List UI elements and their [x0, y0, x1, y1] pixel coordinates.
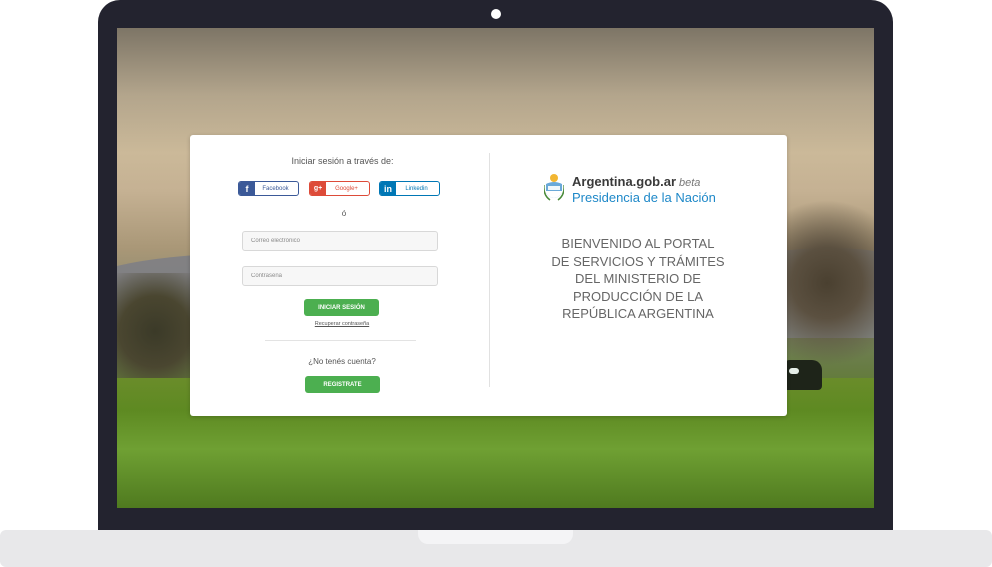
signin-heading: Iniciar sesión a través de: — [291, 156, 394, 166]
login-card: Iniciar sesión a través de: f Facebook g… — [190, 135, 787, 416]
register-button[interactable]: REGISTRATE — [305, 376, 380, 393]
background-tractor-light — [789, 368, 799, 374]
laptop-base-notch — [418, 530, 573, 544]
google-login-button[interactable]: g+ Google+ — [309, 181, 370, 196]
facebook-label: Facebook — [262, 185, 289, 192]
facebook-login-button[interactable]: f Facebook — [238, 181, 299, 196]
or-separator: ó — [341, 209, 347, 218]
horizontal-divider — [265, 340, 416, 341]
email-field[interactable] — [242, 231, 438, 251]
welcome-line: REPÚBLICA ARGENTINA — [562, 306, 714, 321]
camera-icon — [491, 9, 501, 19]
background-tractor — [782, 360, 822, 390]
no-account-text: ¿No tenés cuenta? — [308, 357, 376, 366]
password-field[interactable] — [242, 266, 438, 286]
linkedin-label: Linkedin — [405, 185, 428, 192]
linkedin-login-button[interactable]: in Linkedin — [379, 181, 440, 196]
brand-name-line: Argentina.gob.ar beta — [572, 174, 700, 189]
brand-logo: Argentina.gob.ar beta Presidencia de la N… — [544, 171, 744, 207]
facebook-icon: f — [239, 182, 255, 195]
linkedin-icon: in — [380, 182, 396, 195]
google-label: Google+ — [335, 185, 358, 192]
welcome-line: BIENVENIDO AL PORTAL — [561, 236, 715, 251]
welcome-line: PRODUCCIÓN DE LA — [572, 288, 704, 304]
brand-subtitle: Presidencia de la Nación — [572, 190, 716, 205]
google-plus-icon: g+ — [310, 182, 326, 195]
welcome-message: BIENVENIDO AL PORTAL DE SERVICIOS Y TRÁM… — [528, 235, 748, 323]
coat-of-arms-icon — [544, 174, 564, 201]
brand-beta-tag: beta — [679, 177, 701, 189]
login-button[interactable]: INICIAR SESIÓN — [304, 299, 379, 316]
vertical-divider — [489, 153, 490, 387]
brand-name: Argentina.gob.ar — [572, 174, 677, 189]
recover-password-link[interactable]: Recuperar contraseña — [190, 321, 494, 327]
welcome-line: DE SERVICIOS Y TRÁMITES — [551, 253, 725, 269]
welcome-line: DEL MINISTERIO DE — [575, 271, 701, 286]
